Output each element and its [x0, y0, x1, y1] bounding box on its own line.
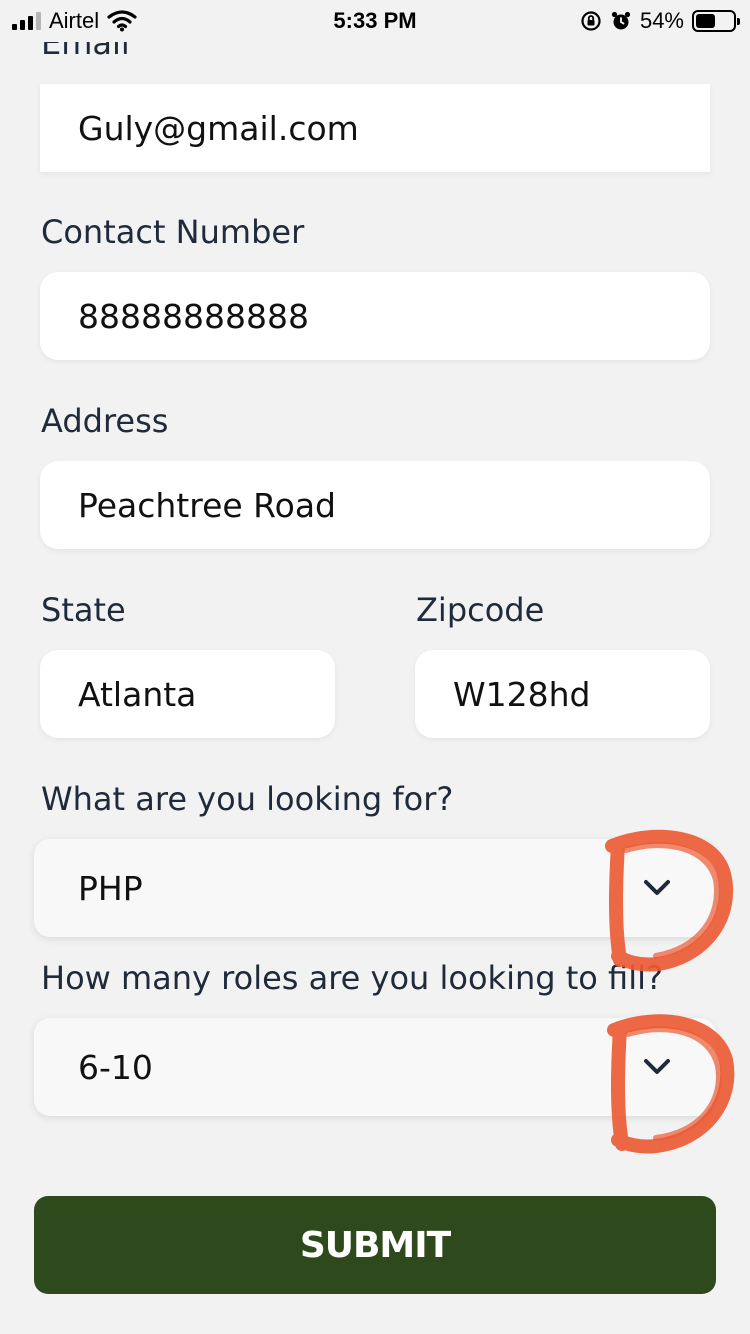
state-field[interactable]: Atlanta: [40, 650, 335, 738]
battery-fill: [696, 14, 715, 28]
contact-number-value: 88888888888: [78, 296, 309, 336]
roles-value: 6-10: [78, 1047, 153, 1087]
address-value: Peachtree Road: [78, 485, 336, 525]
email-field[interactable]: Guly@gmail.com: [40, 84, 710, 172]
email-value: Guly@gmail.com: [78, 108, 359, 148]
state-label: State: [41, 591, 126, 629]
roles-select[interactable]: 6-10: [34, 1018, 716, 1116]
chevron-down-icon[interactable]: [642, 1057, 672, 1077]
address-field[interactable]: Peachtree Road: [40, 461, 710, 549]
signup-screen: Airtel 5:33 PM 54% Email Guly@gmail.com …: [0, 0, 750, 1334]
roles-label: How many roles are you looking to fill?: [41, 959, 663, 997]
looking-for-label: What are you looking for?: [41, 780, 454, 818]
contact-number-label: Contact Number: [41, 213, 305, 251]
battery-percent: 54%: [639, 8, 684, 33]
submit-label: SUBMIT: [299, 1224, 451, 1266]
alarm-icon: [611, 11, 631, 30]
looking-for-value: PHP: [78, 868, 143, 908]
looking-for-select[interactable]: PHP: [34, 839, 716, 937]
address-label: Address: [41, 402, 169, 440]
status-bar: Airtel 5:33 PM 54%: [0, 0, 750, 42]
zipcode-label: Zipcode: [416, 591, 545, 629]
state-value: Atlanta: [78, 674, 197, 714]
status-bar-right: 54%: [580, 8, 740, 34]
chevron-down-icon[interactable]: [642, 878, 672, 898]
orientation-lock-icon: [581, 11, 601, 31]
battery-nub: [737, 18, 740, 25]
submit-button[interactable]: SUBMIT: [34, 1196, 716, 1294]
zipcode-value: W128hd: [453, 674, 591, 714]
contact-number-field[interactable]: 88888888888: [40, 272, 710, 360]
battery-icon: [692, 10, 740, 32]
zipcode-field[interactable]: W128hd: [415, 650, 710, 738]
